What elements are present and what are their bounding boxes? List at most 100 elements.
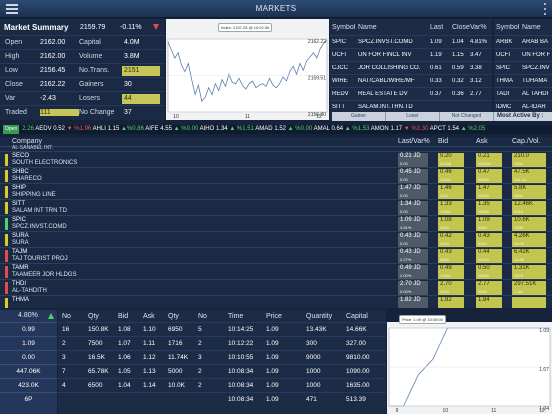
movers-row[interactable]: WIRE NAT/CABL/WIRE/MF 0.33 0.32 3.12: [330, 74, 492, 87]
company-ask-cell: 0.50 25000: [476, 265, 502, 279]
ticker-item[interactable]: AIHO: [200, 126, 215, 132]
company-row[interactable]: THDI AL-TAHDITH 2.70 JD 0.00% 2.70 1500 2.77 30…: [0, 279, 552, 295]
col-bid[interactable]: Bid: [438, 138, 448, 145]
order-book-cell: 3: [198, 354, 202, 361]
most-active-row[interactable]: SPIC SPCZ.INV: [494, 61, 552, 74]
company-ask: 1.84: [478, 297, 490, 303]
ticker-item[interactable]: 1.34: [216, 126, 228, 132]
order-book-cell: 1.12: [143, 354, 156, 361]
ticker-item[interactable]: 1.52: [274, 126, 286, 132]
order-trade-row[interactable]: 7 65.78K 1.05 1.13 5000 2 10:08:34 1.09 1000 1090…: [58, 364, 386, 378]
tab-loser[interactable]: Loser: [386, 112, 440, 121]
company-row[interactable]: TAMR TAAMEER JOR HLDGS 0.49 JD 2.00% 0.49 174…: [0, 263, 552, 279]
tab-gainer[interactable]: Gainer: [332, 112, 386, 121]
ticker-item[interactable]: ▲ %1.51: [229, 126, 254, 132]
ticker-item[interactable]: AEDV: [35, 126, 51, 132]
ticker-item[interactable]: AIFE: [145, 126, 158, 132]
company-askq: 14000: [478, 257, 490, 262]
movers-cell: 0.33: [430, 78, 442, 84]
index-chart[interactable]: 2162.22 2159.51 2156.80 10 11 12 Index: 2157.…: [166, 19, 329, 120]
ticker-item[interactable]: AMAD: [255, 126, 272, 132]
company-vol: 9316: [514, 209, 523, 214]
order-trade-row[interactable]: 3 16.5K 1.06 1.12 11.74K 3 10:10:55 1.09 9000 981…: [58, 350, 386, 364]
company-bid-cell: 2.70 1500: [438, 281, 464, 295]
company-name-cell: SHIP SHIPPING LINE: [12, 185, 56, 199]
company-lastv: 4.81%: [400, 225, 412, 230]
summary-value: 111: [40, 109, 79, 116]
order-trade-row[interactable]: 16 150.8K 1.08 1.10 6950 5 10:14:25 1.09 13.43K 1…: [58, 322, 386, 336]
ticker-item[interactable]: ▼ %1.96: [67, 126, 92, 132]
most-active-row[interactable]: UCFI UN FOR F: [494, 48, 552, 61]
ticker-item[interactable]: AMAL: [314, 126, 330, 132]
company-cap-cell: 210.0 1000: [512, 153, 546, 167]
ticker-item[interactable]: ▲%0.86: [121, 126, 144, 132]
company-name: SALAM INT TRN TD: [12, 208, 68, 214]
company-last: 0.45 JD: [400, 169, 421, 175]
ticker-item[interactable]: ▲ %0.00: [174, 126, 199, 132]
ticker-item[interactable]: AMON: [371, 126, 389, 132]
ticker-item[interactable]: AHLI: [93, 126, 106, 132]
ticker-item[interactable]: ▲ %2.05: [461, 126, 486, 132]
most-active-col-header[interactable]: Name: [522, 24, 552, 31]
movers-cell: 2.77: [470, 91, 482, 97]
order-trade-row[interactable]: 4 6500 1.04 1.14 10.0K 2 10:08:34 1.09 1000 1635.…: [58, 378, 386, 392]
movers-row[interactable]: CJCC JOR COLLISHING CO. 0.61 0.59 3.38: [330, 61, 492, 74]
company-row[interactable]: SURA SURA 0.43 JD 0.00 0.42 4170 0.43 5010 4.26K…: [0, 231, 552, 247]
movers-col-header[interactable]: Name: [358, 24, 428, 31]
more-options-icon[interactable]: [543, 3, 546, 15]
company-bidq: 12000: [440, 177, 452, 182]
movers-cell: 1.09: [430, 39, 442, 45]
order-trade-row[interactable]: 2 7500 1.07 1.11 1716 2 10:12:22 1.09 300 327.00: [58, 336, 386, 350]
stock-stats-column: 4.80% 0.99 1.09 0.00 447.06K 423.0K 6P: [0, 310, 57, 414]
company-row[interactable]: TAJM TAJ TOURIST PROJ 0.43 JD 2.27% 0.43 4800…: [0, 247, 552, 263]
ticker-item[interactable]: 0.64: [331, 126, 343, 132]
company-row[interactable]: SHBC SHARECO 0.45 JD 0.00 0.46 12000 0.47 58000…: [0, 167, 552, 183]
ticker-item[interactable]: 1.54: [447, 126, 459, 132]
company-row[interactable]: THMA 1.82 JD 1.82 1.84: [0, 295, 552, 308]
order-book-cell: 1.11: [143, 340, 156, 347]
order-book-cell: 11.74K: [168, 354, 189, 361]
movers-col-header[interactable]: Var%: [470, 24, 492, 31]
ticker-item[interactable]: 1.15: [108, 126, 120, 132]
company-row[interactable]: SITT SALAM INT TRN TD 1.34 JD 0.00 1.33 17000…: [0, 199, 552, 215]
most-active-col-header[interactable]: Symbol: [496, 24, 520, 31]
company-name-cell: TAMR TAAMEER JOR HLDGS: [12, 265, 77, 279]
ticker-item[interactable]: ▲ %1.53: [345, 126, 370, 132]
ticker-item[interactable]: APCT: [430, 126, 446, 132]
y-tick-label: 1.07: [539, 367, 549, 373]
order-book-cell: 1.10: [143, 326, 156, 333]
company-row[interactable]: SECO SOUTH ELECTRONICS 0.21 JD 0.00 0.20 2225…: [0, 151, 552, 167]
company-row[interactable]: SPIC SPCZ.INVST.COMD 1.09 JD 4.81% 1.08 2000 1…: [0, 215, 552, 231]
movers-col-header[interactable]: Close: [452, 24, 472, 31]
company-ask-cell: 1.09 6950: [476, 217, 502, 231]
col-ask[interactable]: Ask: [476, 138, 488, 145]
movers-col-header[interactable]: Last: [430, 24, 452, 31]
movers-row[interactable]: UCFI UN FOR FINCL INV 1.19 1.15 3.47: [330, 48, 492, 61]
company-name: SURA: [12, 240, 29, 246]
col-last[interactable]: Last/Var%: [398, 138, 430, 145]
stock-chart[interactable]: 1.09 1.07 1.04 9 10 11 12 Price: 1.09 @ 10:08:…: [387, 315, 552, 414]
tab-not-changed[interactable]: Not Changed: [440, 112, 494, 121]
col-company[interactable]: Company: [12, 138, 42, 145]
most-active-by-selector[interactable]: Most Active By :: [494, 112, 552, 121]
col-cap-vol[interactable]: Cap./Vol.: [512, 138, 540, 145]
movers-row[interactable]: SPIC SPCZ.INVST.COMD 1.09 1.04 4.81%: [330, 35, 492, 48]
ticker-item[interactable]: 2.26: [22, 126, 34, 132]
ticker-item[interactable]: ▼ %3.30: [404, 126, 429, 132]
ticker-item[interactable]: ▲ %0.00: [288, 126, 313, 132]
most-active-row[interactable]: ARBK ARAB BA: [494, 35, 552, 48]
company-row[interactable]: SHIP SHIPPING LINE 1.47 JD 0.00 1.46 1110 1.47…: [0, 183, 552, 199]
company-name-cell: SHBC SHARECO: [12, 169, 42, 183]
most-active-row[interactable]: THMA TUHAMA: [494, 74, 552, 87]
company-last: 0.43 JD: [400, 249, 421, 255]
order-book-cell: 1.04: [118, 382, 131, 389]
movers-col-header[interactable]: Symbol: [332, 24, 355, 31]
ticker-item[interactable]: 0.52: [53, 126, 65, 132]
company-last-cell: 0.43 JD 0.00: [398, 233, 428, 247]
ticker-item[interactable]: 1.17: [390, 126, 402, 132]
order-trade-row[interactable]: 10:08:34 1.09 471 513.39: [58, 392, 386, 406]
ticker-item[interactable]: 4.55: [160, 126, 172, 132]
movers-cell: 3.38: [470, 65, 482, 71]
movers-row[interactable]: REDV REAL ESTATE DV 0.37 0.36 2.77: [330, 87, 492, 100]
most-active-row[interactable]: TADI AL TAHDI: [494, 87, 552, 100]
